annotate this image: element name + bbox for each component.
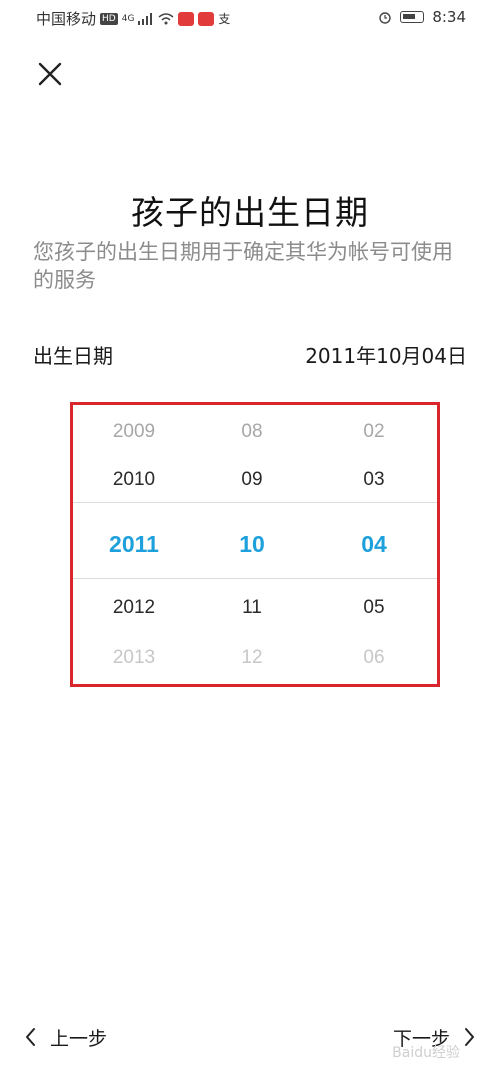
carrier-label: 中国移动	[36, 10, 97, 28]
chevron-right-icon	[465, 1028, 474, 1046]
day-option[interactable]: 05	[313, 597, 435, 619]
previous-step-label: 上一步	[50, 1027, 108, 1050]
month-option[interactable]: 09	[191, 469, 313, 491]
day-option[interactable]: 06	[313, 647, 435, 669]
page-title: 孩子的出生日期	[131, 193, 369, 232]
alarm-icon	[378, 10, 392, 24]
payment-app-icon: 支	[218, 12, 231, 26]
day-selected[interactable]: 04	[313, 531, 435, 558]
day-wheel[interactable]: 02 03 04 05 06	[313, 405, 435, 684]
birth-date-row: 出生日期 2011年10月04日	[33, 340, 467, 370]
close-icon	[38, 62, 62, 86]
app-notification-icon-2	[198, 11, 215, 26]
month-wheel[interactable]: 08 09 10 11 12	[191, 405, 313, 684]
app-notification-icon	[178, 11, 195, 26]
birth-date-label: 出生日期	[33, 344, 113, 368]
day-option[interactable]: 03	[313, 469, 435, 491]
year-selected[interactable]: 2011	[73, 531, 195, 558]
year-wheel[interactable]: 2009 2010 2011 2012 2013	[73, 405, 195, 684]
network-type: 4G	[121, 13, 135, 24]
month-option[interactable]: 08	[191, 421, 313, 443]
close-button[interactable]	[34, 58, 66, 90]
chevron-left-icon	[26, 1028, 35, 1046]
signal-icon	[138, 12, 154, 25]
month-option[interactable]: 12	[191, 647, 313, 669]
clock-time: 8:34	[432, 8, 466, 26]
year-option[interactable]: 2009	[73, 421, 195, 443]
page-subtitle: 您孩子的出生日期用于确定其华为帐号可使用的服务	[33, 240, 453, 292]
month-option[interactable]: 11	[191, 597, 313, 619]
battery-icon	[400, 11, 425, 23]
watermark: Baidu经验	[392, 1045, 460, 1061]
day-option[interactable]: 02	[313, 421, 435, 443]
date-picker[interactable]: 2009 2010 2011 2012 2013 08 09 10 11 12 …	[70, 402, 440, 687]
year-option[interactable]: 2012	[73, 597, 195, 619]
previous-step-button[interactable]: 上一步	[22, 1022, 107, 1052]
status-bar: 中国移动 HD 4G 支 8:34	[0, 0, 500, 36]
month-selected[interactable]: 10	[191, 531, 313, 558]
hd-icon: HD	[100, 12, 118, 25]
birth-date-value: 2011年10月04日	[305, 344, 467, 368]
year-option[interactable]: 2010	[73, 469, 195, 491]
year-option[interactable]: 2013	[73, 647, 195, 669]
wifi-icon	[158, 12, 174, 25]
